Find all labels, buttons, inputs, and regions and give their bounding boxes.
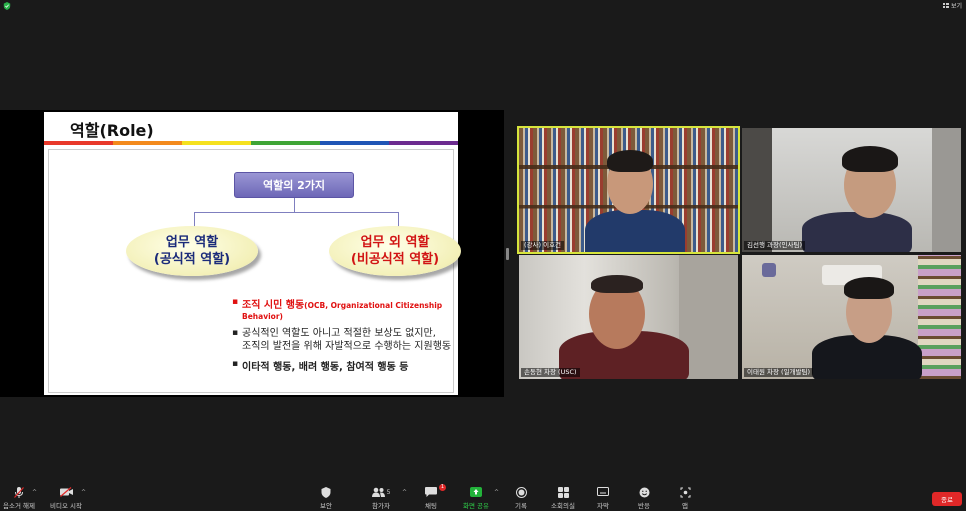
record-label: 기록 (515, 502, 527, 510)
apps-button[interactable]: 앱 (674, 486, 696, 510)
record-button[interactable]: 기록 (510, 486, 532, 510)
view-button[interactable]: 보기 (942, 1, 962, 10)
captions-icon (597, 487, 609, 496)
presentation-slide: 역할(Role) 역할의 2가지 업무 역할 (공식적 역할) 업무 외 역할 … (44, 112, 461, 395)
video-button[interactable]: 비디오 시작 (48, 486, 84, 510)
work-role-line1: 업무 역할 (165, 235, 219, 250)
slide-bullets: ▪ 조직 시민 행동(OCB, Organizational Citizensh… (232, 296, 458, 378)
person-body (585, 210, 685, 252)
video-options-caret[interactable]: ^ (81, 489, 86, 496)
bullet-examples: ▪ 이타적 행동, 배려 행동, 참여적 행동 등 (232, 359, 409, 373)
participant-name: (강사) 이호건 (521, 241, 565, 250)
end-meeting-button[interactable]: 종료 (932, 492, 962, 506)
captions-label: 자막 (597, 502, 609, 510)
apps-label: 앱 (682, 502, 688, 510)
person-hair (842, 146, 898, 172)
security-shield-icon[interactable] (3, 2, 11, 10)
wall-decoration (762, 263, 776, 277)
non-work-role-line1: 업무 외 역할 (360, 235, 430, 250)
definition-line1: 공식적인 역할도 아니고 적절한 보상도 없지만, (242, 328, 436, 339)
person-hair (607, 150, 653, 172)
video-label: 비디오 시작 (50, 502, 82, 510)
apps-icon (680, 487, 690, 497)
slide-title: 역할(Role) (70, 121, 154, 140)
share-label: 화면 공유 (463, 502, 489, 510)
captions-button[interactable]: 자막 (592, 486, 614, 510)
audio-options-caret[interactable]: ^ (32, 489, 37, 496)
grid-view-icon (942, 3, 949, 8)
reactions-label: 반응 (638, 502, 650, 510)
record-icon (515, 486, 527, 498)
person-body (802, 212, 912, 252)
security-label: 보안 (320, 502, 332, 510)
participants-count: 5 (386, 488, 391, 496)
shared-screen: 역할(Role) 역할의 2가지 업무 역할 (공식적 역할) 업무 외 역할 … (0, 110, 504, 397)
definition-line2: 조직의 발전을 위해 자발적으로 수행하는 지원행동 (242, 341, 452, 352)
tree-connector (294, 198, 295, 212)
person-hair (844, 277, 894, 299)
view-label: 보기 (950, 3, 962, 10)
chat-icon (425, 487, 437, 497)
video-tile-participant[interactable]: 이태원 차장 (일개발팀) (742, 255, 961, 379)
rainbow-divider (44, 141, 458, 145)
shield-icon (321, 486, 331, 498)
reactions-button[interactable]: 반응 (633, 486, 655, 510)
bullet-definition: ▪ 공식적인 역할도 아니고 적절한 보상도 없지만, 조직의 발전을 위해 자… (232, 328, 452, 352)
participants-options-caret[interactable]: ^ (402, 489, 407, 496)
video-tile-participant[interactable]: 손동현 차장 (USC) (519, 255, 738, 379)
chat-badge: 1 (439, 484, 446, 491)
participant-name: 김선행 과장(인사팀) (744, 241, 805, 250)
split-view-handle[interactable] (506, 248, 509, 260)
non-work-role-oval: 업무 외 역할 (비공식적 역할) (329, 226, 461, 276)
bullet-ocb: ▪ 조직 시민 행동(OCB, Organizational Citizensh… (232, 297, 443, 321)
participants-button[interactable]: 5 참가자 (366, 486, 396, 510)
tree-connector (194, 212, 398, 213)
microphone-muted-icon (14, 486, 24, 498)
person-hair (591, 275, 643, 293)
mute-button[interactable]: 음소거 해제 (2, 486, 36, 510)
mute-label: 음소거 해제 (3, 502, 35, 510)
security-button[interactable]: 보안 (314, 486, 338, 510)
breakout-label: 소회의실 (551, 502, 575, 510)
video-off-icon (59, 487, 73, 497)
chat-label: 채팅 (425, 502, 437, 510)
breakout-rooms-icon (557, 486, 569, 498)
chat-button[interactable]: 1 채팅 (420, 484, 446, 510)
share-screen-icon (470, 487, 482, 497)
video-tile-participant[interactable]: 김선행 과장(인사팀) (742, 128, 961, 252)
breakout-rooms-button[interactable]: 소회의실 (547, 486, 579, 510)
participant-name: 손동현 차장 (USC) (521, 368, 580, 377)
participants-icon (371, 487, 385, 497)
ocb-label: 조직 시민 행동 (242, 300, 305, 311)
video-tile-instructor[interactable]: (강사) 이호건 (517, 126, 740, 254)
work-role-line2: (공식적 역할) (153, 252, 231, 267)
smiley-icon (639, 487, 649, 497)
roles-box: 역할의 2가지 (234, 172, 354, 198)
examples-text: 이타적 행동, 배려 행동, 참여적 행동 등 (242, 362, 409, 373)
share-options-caret[interactable]: ^ (494, 489, 499, 496)
participants-label: 참가자 (372, 502, 390, 510)
share-screen-button[interactable]: 화면 공유 (460, 486, 492, 510)
non-work-role-line2: (비공식적 역할) (350, 252, 440, 267)
participant-name: 이태원 차장 (일개발팀) (744, 368, 814, 377)
work-role-oval: 업무 역할 (공식적 역할) (126, 226, 258, 276)
